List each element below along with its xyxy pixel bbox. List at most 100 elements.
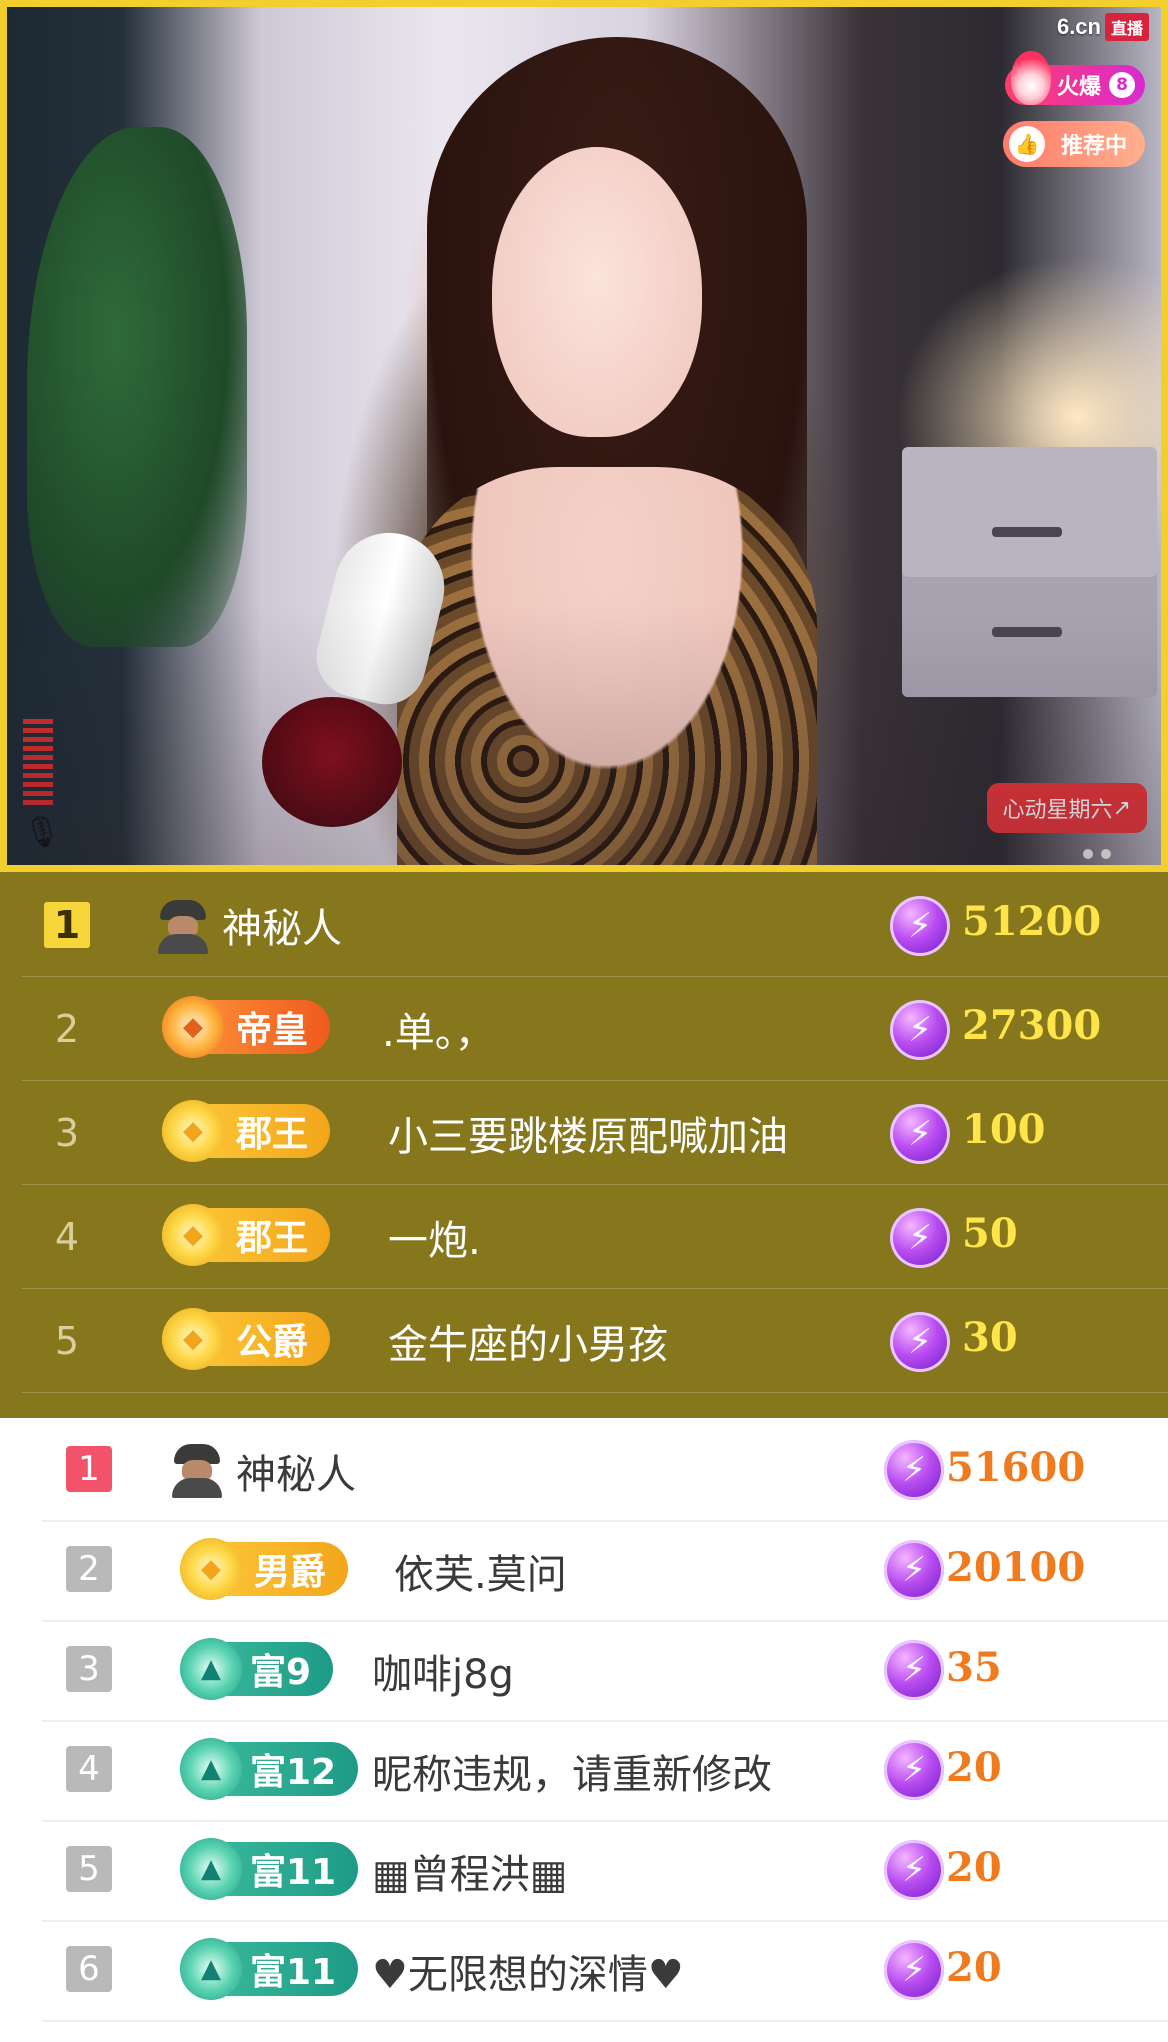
rank-number: 2 bbox=[66, 1546, 112, 1592]
gold-rank-row[interactable]: 3 ◆ 郡王 小三要跳楼原配喊加油 ⚡ 100 bbox=[22, 1080, 1168, 1185]
rank-number: 6 bbox=[66, 1946, 112, 1992]
user-name: 金牛座的小男孩 bbox=[388, 1322, 668, 1368]
diamond-medal-icon: ◆ bbox=[162, 1204, 224, 1266]
lightning-gem-icon: ⚡ bbox=[890, 1000, 950, 1060]
vip-badge: ◆ 帝皇 bbox=[162, 996, 331, 1058]
white-rank-row[interactable]: 3 ▲ 富9 咖啡j8g ⚡ 35 bbox=[42, 1620, 1168, 1722]
thumbs-up-icon: 👍 bbox=[1008, 126, 1045, 162]
background-cabinet bbox=[902, 447, 1157, 697]
score: 20 bbox=[946, 1844, 1002, 1891]
streamer-face bbox=[492, 147, 702, 437]
white-ranking-panel: 1 神秘人 ⚡ 51600 2 ◆ 男爵 依芙.莫问 ⚡ 20100 3 ▲ 富… bbox=[0, 1418, 1168, 2042]
lightning-gem-icon: ⚡ bbox=[884, 1440, 944, 1500]
volume-meter bbox=[23, 719, 53, 809]
lightning-gem-icon: ⚡ bbox=[890, 1104, 950, 1164]
badge-label: 公爵 bbox=[236, 1322, 309, 1363]
event-badge[interactable]: 心动星期六 ↗ bbox=[986, 783, 1147, 833]
recommend-badge[interactable]: 👍 推荐中 bbox=[1002, 121, 1145, 167]
recommend-label: 推荐中 bbox=[1060, 134, 1127, 159]
user-name: ▦曾程洪▦ bbox=[372, 1852, 568, 1898]
lightning-gem-icon: ⚡ bbox=[890, 896, 950, 956]
lightning-gem-icon: ⚡ bbox=[890, 1312, 950, 1372]
badge-label: 富12 bbox=[250, 1752, 337, 1793]
score: 100 bbox=[962, 1106, 1046, 1153]
gold-rank-row[interactable]: 2 ◆ 帝皇 .单。， ⚡ 27300 bbox=[22, 976, 1168, 1081]
score: 50 bbox=[962, 1210, 1018, 1257]
user-name: 一炮. bbox=[388, 1218, 481, 1264]
rank-number: 4 bbox=[54, 1215, 80, 1259]
white-rank-row[interactable]: 6 ▲ 富11 ♥无限想的深情♥ ⚡ 20 bbox=[42, 1920, 1168, 2022]
user-name: 小三要跳楼原配喊加油 bbox=[388, 1114, 788, 1160]
lightning-gem-icon: ⚡ bbox=[884, 1940, 944, 2000]
mystery-person-icon bbox=[170, 1442, 224, 1498]
rank-number: 3 bbox=[54, 1111, 80, 1155]
score: 51200 bbox=[962, 898, 1102, 945]
diamond-medal-icon: ◆ bbox=[180, 1538, 242, 1600]
hot-label: 火爆 bbox=[1056, 75, 1101, 100]
vip-badge: ◆ 郡王 bbox=[162, 1204, 331, 1266]
badge-label: 郡王 bbox=[236, 1114, 309, 1155]
score: 27300 bbox=[962, 1002, 1102, 1049]
vip-badge: ◆ 男爵 bbox=[180, 1538, 349, 1600]
diamond-medal-icon: ◆ bbox=[162, 1100, 224, 1162]
lightning-gem-icon: ⚡ bbox=[890, 1208, 950, 1268]
rank-number: 5 bbox=[54, 1319, 80, 1363]
flame-icon bbox=[1010, 51, 1051, 105]
badge-label: 帝皇 bbox=[236, 1010, 309, 1051]
rank-number: 1 bbox=[66, 1446, 112, 1492]
user-name: 昵称违规，请重新修改 bbox=[372, 1752, 772, 1798]
badge-label: 郡王 bbox=[236, 1218, 309, 1259]
user-name: 神秘人 bbox=[222, 906, 342, 952]
hot-rank-badge[interactable]: 火爆 8 bbox=[1004, 51, 1145, 105]
rank-number: 3 bbox=[66, 1646, 112, 1692]
wealth-level-badge: ▲ 富9 bbox=[180, 1638, 334, 1700]
user-name: 神秘人 bbox=[236, 1452, 356, 1498]
event-label: 心动星期六 bbox=[1002, 798, 1113, 823]
wealth-level-badge: ▲ 富11 bbox=[180, 1938, 359, 2000]
diamond-medal-icon: ◆ bbox=[162, 1308, 224, 1370]
user-name: 依芙.莫问 bbox=[394, 1552, 567, 1598]
site-logo: 6.cn 直播 bbox=[1057, 13, 1149, 41]
lightning-gem-icon: ⚡ bbox=[884, 1840, 944, 1900]
diamond-medal-icon: ◆ bbox=[162, 996, 224, 1058]
badge-label: 男爵 bbox=[254, 1552, 327, 1593]
user-name: ♥无限想的深情♥ bbox=[372, 1952, 684, 1998]
score: 20 bbox=[946, 1744, 1002, 1791]
live-tag: 直播 bbox=[1104, 13, 1149, 41]
page-dots bbox=[1083, 849, 1111, 859]
white-rank-row[interactable]: 5 ▲ 富11 ▦曾程洪▦ ⚡ 20 bbox=[42, 1820, 1168, 1922]
triangle-medal-icon: ▲ bbox=[180, 1638, 242, 1700]
score: 35 bbox=[946, 1644, 1002, 1691]
gold-ranking-panel: 1 神秘人 ⚡ 51200 2 ◆ 帝皇 .单。， ⚡ 27300 3 ◆ 郡王… bbox=[0, 872, 1168, 1418]
rank-number: 2 bbox=[54, 1007, 80, 1051]
logo-text: 6.cn bbox=[1056, 14, 1101, 39]
hot-rank-number: 8 bbox=[1109, 72, 1135, 98]
gold-rank-row[interactable]: 1 神秘人 ⚡ 51200 bbox=[22, 872, 1168, 977]
white-rank-row[interactable]: 4 ▲ 富12 昵称违规，请重新修改 ⚡ 20 bbox=[42, 1720, 1168, 1822]
white-rank-row[interactable]: 2 ◆ 男爵 依芙.莫问 ⚡ 20100 bbox=[42, 1520, 1168, 1622]
score: 30 bbox=[962, 1314, 1018, 1361]
streamer-body bbox=[397, 467, 817, 865]
white-rank-row[interactable]: 1 神秘人 ⚡ 51600 bbox=[42, 1420, 1168, 1522]
gold-rank-row[interactable]: 5 ◆ 公爵 金牛座的小男孩 ⚡ 30 bbox=[22, 1288, 1168, 1393]
wealth-level-badge: ▲ 富11 bbox=[180, 1838, 359, 1900]
vip-badge: ◆ 公爵 bbox=[162, 1308, 331, 1370]
triangle-medal-icon: ▲ bbox=[180, 1938, 242, 2000]
vip-badge: ◆ 郡王 bbox=[162, 1100, 331, 1162]
live-video[interactable]: 6.cn 直播 火爆 8 👍 推荐中 心动星期六 ↗ 🎙 bbox=[0, 0, 1168, 872]
expand-icon: ↗ bbox=[1112, 795, 1131, 821]
gold-rank-row[interactable]: 4 ◆ 郡王 一炮. ⚡ 50 bbox=[22, 1184, 1168, 1289]
rose-decoration bbox=[262, 697, 402, 827]
score: 20100 bbox=[946, 1544, 1086, 1591]
rank-number: 5 bbox=[66, 1846, 112, 1892]
triangle-medal-icon: ▲ bbox=[180, 1738, 242, 1800]
badge-label: 富11 bbox=[250, 1852, 337, 1893]
wealth-level-badge: ▲ 富12 bbox=[180, 1738, 359, 1800]
microphone-icon[interactable]: 🎙 bbox=[23, 815, 61, 861]
user-name: 咖啡j8g bbox=[372, 1652, 514, 1698]
rank-number: 1 bbox=[44, 902, 90, 948]
background-plant bbox=[27, 127, 247, 647]
score: 20 bbox=[946, 1944, 1002, 1991]
lightning-gem-icon: ⚡ bbox=[884, 1740, 944, 1800]
lightning-gem-icon: ⚡ bbox=[884, 1640, 944, 1700]
